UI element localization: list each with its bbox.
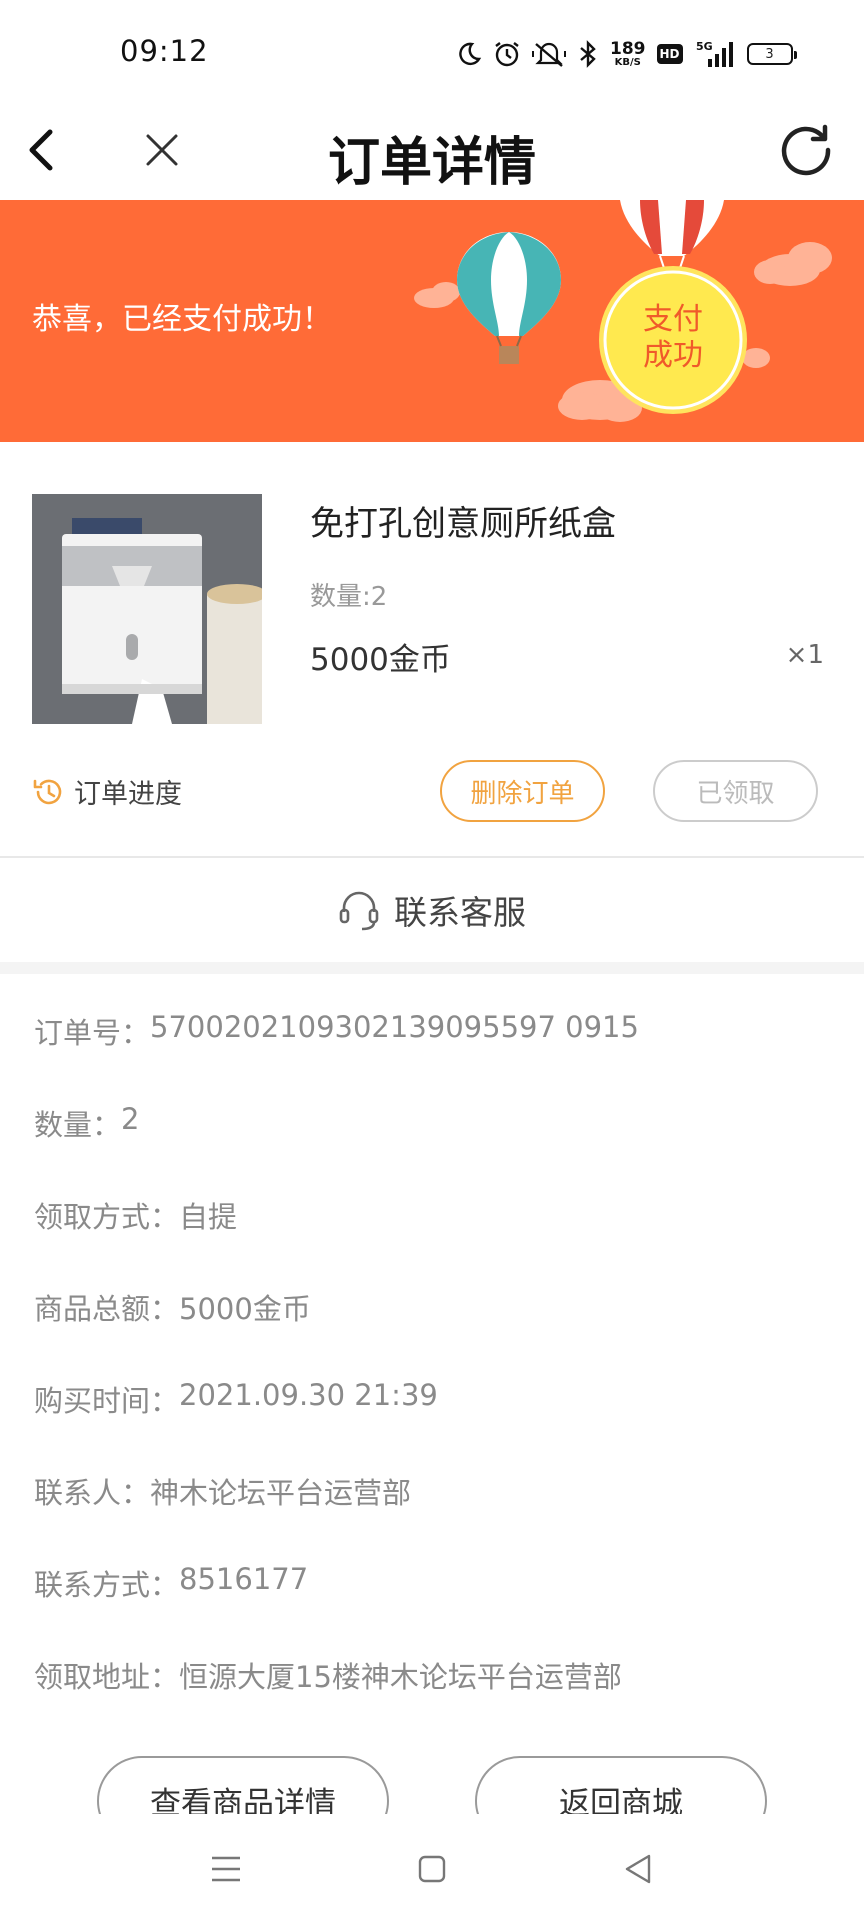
- hd-badge: HD: [656, 44, 683, 64]
- battery-icon: 3: [746, 43, 797, 65]
- detail-contact-phone: 联系方式： 8516177: [34, 1562, 834, 1654]
- detail-pickup-address: 领取地址： 恒源大厦15楼神木论坛平台运营部: [34, 1654, 834, 1746]
- badge-line-2: 成功: [643, 338, 703, 373]
- order-progress-label: 订单进度: [74, 779, 182, 810]
- detail-key: 联系人：: [34, 1476, 151, 1510]
- detail-value: 5000金币: [179, 1292, 311, 1326]
- menu-icon: [212, 1856, 240, 1882]
- refresh-button[interactable]: [774, 118, 838, 182]
- status-time: 09:12: [120, 34, 209, 68]
- product-multiplier: ×1: [785, 640, 824, 670]
- product-quantity: 数量:2: [310, 582, 388, 612]
- banner-message: 恭喜，已经支付成功！: [32, 302, 332, 337]
- detail-key: 数量：: [34, 1108, 122, 1142]
- home-button[interactable]: [407, 1844, 457, 1894]
- detail-key: 领取方式：: [34, 1200, 180, 1234]
- signal-icon: 5G: [696, 40, 733, 67]
- detail-order-number: 订单号： 5700202109302139095597 0915: [34, 1010, 834, 1102]
- detail-contact-person: 联系人： 神木论坛平台运营部: [34, 1470, 834, 1562]
- product-price: 5000金币: [310, 642, 451, 678]
- status-bar: 09:12 189 KB/S HD 5G 3: [0, 0, 864, 100]
- detail-value: 恒源大厦15楼神木论坛平台运营部: [179, 1660, 622, 1694]
- detail-value: 自提: [179, 1200, 238, 1234]
- net-speed-unit: KB/S: [614, 56, 641, 68]
- status-icons: 189 KB/S HD 5G 3: [456, 36, 797, 72]
- received-button[interactable]: 已领取: [653, 760, 818, 822]
- moon-icon: [459, 42, 482, 66]
- product-name[interactable]: 免打孔创意厕所纸盒: [310, 496, 616, 545]
- payment-success-badge: 支付 成功: [600, 302, 746, 374]
- svg-text:5G: 5G: [696, 40, 713, 53]
- detail-value: 2: [121, 1102, 140, 1136]
- net-speed-value: 189: [610, 38, 646, 59]
- navbar: 订单详情: [0, 100, 864, 200]
- system-nav-bar: [0, 1814, 864, 1920]
- detail-value: 5700202109302139095597 0915: [150, 1010, 639, 1044]
- alarm-icon: [495, 42, 519, 67]
- delete-order-button[interactable]: 删除订单: [440, 760, 605, 822]
- menu-button[interactable]: [201, 1844, 251, 1894]
- detail-key: 领取地址：: [34, 1660, 180, 1694]
- refresh-icon: [781, 124, 831, 176]
- section-gap: [0, 962, 864, 974]
- detail-value: 8516177: [179, 1562, 309, 1596]
- product-image[interactable]: [32, 494, 262, 724]
- back-triangle-icon: [625, 1854, 651, 1884]
- badge-line-1: 支付: [643, 302, 703, 337]
- detail-quantity: 数量： 2: [34, 1102, 834, 1194]
- battery-level: 3: [765, 46, 774, 62]
- home-icon: [418, 1855, 446, 1883]
- detail-key: 商品总额：: [34, 1292, 180, 1326]
- product-card: 免打孔创意厕所纸盒 数量:2 5000金币 ×1 订单进度 删除订单 已领取: [0, 442, 864, 856]
- view-product-details-button[interactable]: 查看商品详情: [97, 1756, 389, 1814]
- detail-total: 商品总额： 5000金币: [34, 1286, 834, 1378]
- contact-service-label: 联系客服: [394, 893, 526, 932]
- net-speed: 189 KB/S: [610, 38, 646, 68]
- bluetooth-icon: [580, 40, 596, 68]
- order-details: 订单号： 5700202109302139095597 0915 数量： 2 领取方…: [34, 1010, 834, 1746]
- detail-value: 2021.09.30 21:39: [179, 1378, 438, 1412]
- detail-key: 购买时间：: [34, 1384, 180, 1418]
- page-title: 订单详情: [327, 133, 536, 193]
- detail-value: 神木论坛平台运营部: [150, 1476, 412, 1510]
- mute-icon: [532, 42, 566, 67]
- contact-service-button[interactable]: 联系客服: [0, 858, 864, 962]
- order-progress-link[interactable]: 订单进度: [32, 772, 182, 811]
- headset-icon: [339, 891, 379, 931]
- detail-purchase-time: 购买时间： 2021.09.30 21:39: [34, 1378, 834, 1470]
- history-clock-icon: [33, 779, 62, 804]
- bottom-actions: 查看商品详情 返回商城: [0, 1756, 864, 1814]
- back-to-mall-button[interactable]: 返回商城: [475, 1756, 767, 1814]
- detail-pickup-method: 领取方式： 自提: [34, 1194, 834, 1286]
- detail-key: 联系方式：: [34, 1568, 180, 1602]
- back-nav-button[interactable]: [613, 1844, 663, 1894]
- detail-key: 订单号：: [34, 1016, 151, 1050]
